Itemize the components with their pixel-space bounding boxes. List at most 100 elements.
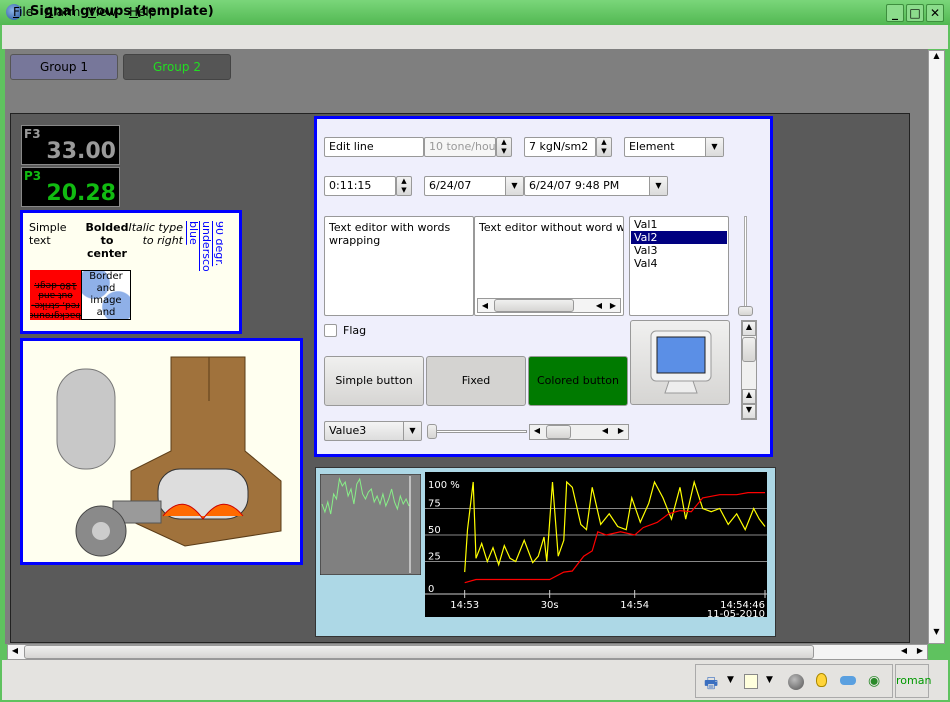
- speaker-icon[interactable]: ◉: [868, 673, 880, 689]
- maximize-button[interactable]: □: [906, 4, 924, 22]
- trend-panel: 0 25 50 75 100 % 14:53 30s 14:54 14:54:46 11-05-2…: [315, 467, 776, 637]
- tab-group-1[interactable]: Group 1: [10, 54, 118, 80]
- y-tick-label: 0: [428, 584, 434, 595]
- y-tick-label: 100 %: [428, 480, 460, 491]
- scroll-thumb[interactable]: [494, 299, 574, 312]
- horn-icon[interactable]: [840, 676, 856, 685]
- display-f3: F3 33.00: [21, 125, 120, 165]
- chevron-down-icon[interactable]: ▼: [705, 138, 723, 156]
- printer-icon[interactable]: 🖶: [704, 673, 718, 698]
- y-tick-label: 25: [428, 552, 441, 563]
- border-image-text: Border and image and center: [81, 270, 131, 320]
- chevron-down-icon[interactable]: ▼: [727, 675, 734, 685]
- menu-alarm-label: Alarm: [45, 5, 81, 19]
- tab-group-2[interactable]: Group 2: [123, 54, 231, 80]
- datetime-value: 6/24/07 9:48 PM: [529, 179, 620, 192]
- time-spinner[interactable]: ▲ ▼: [396, 176, 412, 196]
- document-export-icon[interactable]: [744, 674, 758, 689]
- list-item[interactable]: Val1: [631, 218, 727, 231]
- datetime-select[interactable]: 6/24/07 9:48 PM ▼: [524, 176, 668, 196]
- text-editor-wrap[interactable]: Text editor with words wrapping: [324, 216, 474, 316]
- main-vertical-scrollbar[interactable]: ▲ ▼: [928, 50, 945, 644]
- display-label: P3: [24, 169, 42, 183]
- tone-input[interactable]: 10 tone/hour: [424, 137, 496, 157]
- horizontal-slider-handle[interactable]: [427, 424, 437, 439]
- close-button[interactable]: ✕: [926, 4, 944, 22]
- menu-view[interactable]: View: [88, 5, 116, 19]
- display-p3: P3 20.28: [21, 167, 120, 207]
- menu-bar: [2, 25, 948, 49]
- list-item[interactable]: Val2: [631, 231, 727, 244]
- monitor-icon: [650, 330, 712, 394]
- scroll-up-icon[interactable]: ▲: [742, 321, 756, 336]
- chevron-down-icon[interactable]: ▼: [505, 177, 523, 195]
- date-label: 11-05-2010: [707, 609, 765, 617]
- scroll-up-icon[interactable]: ▲: [742, 389, 756, 404]
- scroll-down-icon[interactable]: ▼: [929, 627, 944, 643]
- minimize-button[interactable]: _: [886, 4, 904, 22]
- list-item[interactable]: Val4: [631, 257, 727, 270]
- alarm-lamp-icon[interactable]: [788, 674, 804, 690]
- date-select[interactable]: 6/24/07 ▼: [424, 176, 524, 196]
- fixed-button[interactable]: Fixed: [426, 356, 526, 406]
- underscore-text: underscore: [200, 221, 213, 271]
- status-bar: 🖶 ▼ ▼ ◉ roman: [2, 660, 948, 700]
- chevron-down-icon[interactable]: ▼: [403, 422, 421, 440]
- menu-view-label: View: [88, 5, 117, 19]
- display-label: F3: [24, 127, 41, 141]
- y-tick-label: 75: [428, 499, 441, 510]
- list-item[interactable]: Val3: [631, 244, 727, 257]
- horizontal-scrollbar[interactable]: ◀ ◀ ▶: [529, 424, 629, 440]
- menu-file[interactable]: File: [13, 5, 33, 19]
- text-editor-nowrap[interactable]: Text editor without word wrapping ◀ ◀ ▶: [474, 216, 624, 316]
- value-combo-value: Value3: [329, 424, 367, 437]
- y-tick-label: 50: [428, 525, 441, 536]
- chevron-down-icon[interactable]: ▼: [649, 177, 667, 195]
- scroll-thumb[interactable]: [742, 337, 756, 362]
- vertical-slider-handle[interactable]: [738, 306, 753, 316]
- vertical-scrollbar[interactable]: ▲ ▲ ▼: [741, 320, 757, 420]
- menu-help[interactable]: Help: [129, 5, 156, 19]
- scroll-left-icon[interactable]: ◀: [530, 426, 544, 435]
- monitor-image-button[interactable]: [630, 320, 730, 405]
- light-bulb-icon[interactable]: [816, 673, 827, 687]
- chevron-down-icon[interactable]: ▼: [766, 675, 773, 685]
- simple-text: Simple text: [29, 221, 67, 247]
- scroll-thumb[interactable]: [546, 425, 571, 439]
- scroll-right-icon[interactable]: ▶: [606, 299, 620, 312]
- boiler-mnemonic: [20, 338, 303, 565]
- horizontal-slider[interactable]: [429, 430, 527, 433]
- edit-line-input[interactable]: Edit line: [324, 137, 424, 157]
- scroll-right-icon[interactable]: ▶: [913, 646, 927, 655]
- element-select-value: Element: [629, 140, 675, 153]
- scroll-down-icon[interactable]: ▼: [742, 404, 756, 419]
- horizontal-scrollbar[interactable]: ◀ ◀ ▶: [477, 298, 621, 313]
- value-combo[interactable]: Value3 ▼: [324, 421, 422, 441]
- red-background-text: background red, strike-out and 180 degr.: [30, 270, 81, 320]
- vertical-slider[interactable]: [744, 216, 747, 316]
- scroll-left-icon[interactable]: ◀: [478, 299, 492, 312]
- time-input[interactable]: 0:11:15: [324, 176, 396, 196]
- scroll-left-icon[interactable]: ◀: [592, 299, 606, 312]
- flag-checkbox[interactable]: [324, 324, 337, 337]
- value-list[interactable]: Val1 Val2 Val3 Val4: [629, 216, 729, 316]
- tone-spinner[interactable]: ▲ ▼: [496, 137, 512, 157]
- element-select[interactable]: Element ▼: [624, 137, 724, 157]
- scroll-left-icon[interactable]: ◀: [8, 646, 22, 655]
- blue-text: blue: [187, 221, 200, 245]
- kgn-spinner[interactable]: ▲ ▼: [596, 137, 612, 157]
- kgn-input[interactable]: 7 kgN/sm2: [524, 137, 596, 157]
- scroll-up-icon[interactable]: ▲: [929, 51, 944, 67]
- scroll-left-icon[interactable]: ◀: [897, 646, 911, 655]
- scroll-thumb[interactable]: [24, 645, 814, 659]
- x-tick-label: 30s: [541, 600, 559, 611]
- scroll-right-icon[interactable]: ▶: [614, 426, 628, 435]
- flag-label: Flag: [343, 324, 367, 337]
- menu-alarm[interactable]: Alarm: [45, 5, 80, 19]
- simple-button[interactable]: Simple button: [324, 356, 424, 406]
- main-horizontal-scrollbar[interactable]: ◀ ◀ ▶: [7, 644, 928, 660]
- text-samples-panel: Simple text Bolded to center Italic type…: [20, 210, 242, 334]
- colored-button[interactable]: Colored button: [528, 356, 628, 406]
- scroll-left-icon[interactable]: ◀: [598, 426, 612, 435]
- x-tick-label: 14:53: [450, 600, 479, 611]
